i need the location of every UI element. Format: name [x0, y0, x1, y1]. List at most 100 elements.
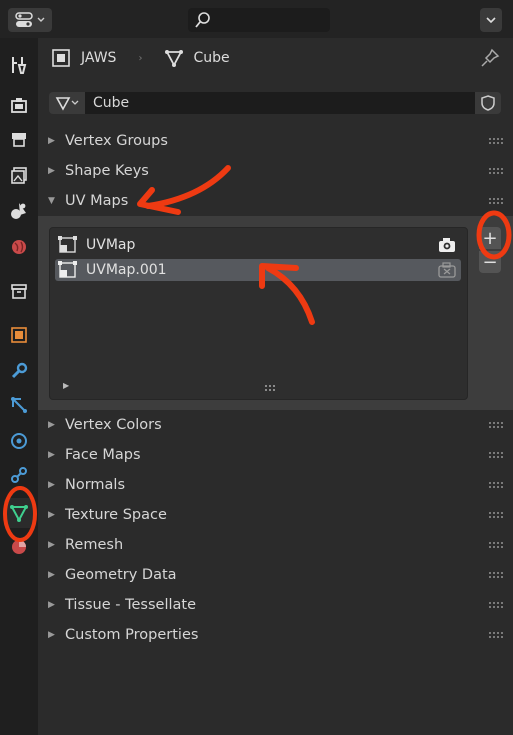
object-icon — [52, 49, 70, 67]
list-item-uvmap-001[interactable]: UVMap.001 — [55, 259, 461, 281]
properties-main: JAWS › Cube Cube ▶ Vertex Groups ▶ Shape… — [38, 38, 513, 735]
tab-object[interactable] — [4, 320, 34, 350]
collapsed-arrow-icon: ▶ — [48, 450, 55, 460]
drag-handle-icon[interactable] — [489, 482, 503, 488]
panel-label: Vertex Groups — [65, 133, 168, 149]
drag-handle-icon[interactable] — [489, 542, 503, 548]
mesh-data-icon — [55, 97, 71, 111]
mesh-data-icon — [165, 50, 184, 67]
panel-vertex-colors[interactable]: ▶ Vertex Colors — [38, 410, 513, 440]
panel-label: UV Maps — [65, 193, 129, 209]
panel-texture-space[interactable]: ▶ Texture Space — [38, 500, 513, 530]
panel-label: Texture Space — [65, 507, 167, 523]
pin-icon[interactable] — [480, 48, 500, 68]
camera-inactive-icon[interactable] — [437, 261, 457, 279]
drag-handle-icon[interactable] — [489, 572, 503, 578]
panel-label: Geometry Data — [65, 567, 177, 583]
mesh-name-value: Cube — [93, 95, 130, 111]
collapsed-arrow-icon: ▶ — [48, 480, 55, 490]
collapsed-arrow-icon: ▶ — [48, 166, 55, 176]
header-bar — [0, 0, 513, 38]
panel-label: Custom Properties — [65, 627, 199, 643]
panel-normals[interactable]: ▶ Normals — [38, 470, 513, 500]
tab-mesh-data[interactable] — [4, 498, 34, 528]
material-icon — [12, 540, 26, 554]
panel-shape-keys[interactable]: ▶ Shape Keys — [38, 156, 513, 186]
drag-handle-icon[interactable] — [489, 452, 503, 458]
drag-handle-icon[interactable] — [489, 422, 503, 428]
collapsed-arrow-icon: ▶ — [48, 570, 55, 580]
tab-tool[interactable] — [4, 50, 34, 80]
physics-icon — [11, 433, 27, 449]
add-uv-map-button[interactable]: + — [479, 227, 501, 249]
browse-mesh-button[interactable] — [49, 92, 85, 114]
wrench-icon — [11, 362, 28, 379]
collapsed-arrow-icon: ▶ — [48, 136, 55, 146]
panel-face-maps[interactable]: ▶ Face Maps — [38, 440, 513, 470]
breadcrumb-object: JAWS — [81, 50, 117, 66]
tab-particles[interactable] — [4, 390, 34, 420]
camera-icon[interactable] — [437, 236, 457, 254]
tab-material[interactable] — [4, 532, 34, 562]
uv-map-list[interactable]: UVMap UVMap.001 ▶ — [49, 227, 468, 400]
tool-icon — [12, 57, 27, 74]
collapsed-arrow-icon: ▶ — [48, 600, 55, 610]
mesh-name-field[interactable]: Cube — [85, 92, 475, 114]
panel-label: Face Maps — [65, 447, 141, 463]
render-icon — [11, 98, 27, 113]
mesh-data-icon — [10, 505, 28, 523]
drag-handle-icon[interactable] — [489, 602, 503, 608]
uv-map-name: UVMap.001 — [86, 262, 167, 278]
particles-icon — [11, 397, 27, 413]
properties-editor-icon — [15, 12, 33, 27]
uv-map-icon — [58, 236, 77, 253]
tab-view-layer[interactable] — [4, 160, 34, 190]
tab-output[interactable] — [4, 124, 34, 154]
filter-options-arrow-icon[interactable]: ▶ — [63, 381, 69, 390]
tab-world[interactable] — [4, 232, 34, 262]
breadcrumb-mesh: Cube — [193, 50, 230, 66]
collection-icon — [11, 284, 27, 299]
editor-type-button[interactable] — [8, 8, 52, 32]
options-dropdown-button[interactable] — [480, 8, 502, 32]
fake-user-button[interactable] — [475, 92, 501, 114]
drag-handle-icon[interactable] — [489, 198, 503, 204]
panel-tissue-tessellate[interactable]: ▶ Tissue - Tessellate — [38, 590, 513, 620]
uv-maps-panel-body: UVMap UVMap.001 ▶ + − — [38, 216, 513, 410]
panel-geometry-data[interactable]: ▶ Geometry Data — [38, 560, 513, 590]
shield-icon — [481, 95, 495, 111]
tab-render[interactable] — [4, 90, 34, 120]
collapsed-arrow-icon: ▶ — [48, 420, 55, 430]
remove-uv-map-button[interactable]: − — [479, 251, 501, 273]
collapsed-arrow-icon: ▶ — [48, 540, 55, 550]
drag-handle-icon[interactable] — [489, 632, 503, 638]
tab-physics[interactable] — [4, 426, 34, 456]
tab-constraints[interactable] — [4, 460, 34, 490]
drag-handle-icon[interactable] — [489, 168, 503, 174]
drag-handle-icon[interactable] — [489, 138, 503, 144]
panel-remesh[interactable]: ▶ Remesh — [38, 530, 513, 560]
search-field[interactable] — [188, 8, 330, 32]
panel-label: Shape Keys — [65, 163, 149, 179]
uv-map-name: UVMap — [86, 237, 136, 253]
chevron-down-icon — [486, 17, 496, 24]
breadcrumb-separator-icon: › — [138, 52, 143, 64]
list-resize-handle-icon[interactable] — [265, 385, 277, 391]
collapsed-arrow-icon: ▶ — [48, 510, 55, 520]
properties-tab-bar — [0, 38, 38, 735]
drag-handle-icon[interactable] — [489, 512, 503, 518]
panel-vertex-groups[interactable]: ▶ Vertex Groups — [38, 126, 513, 156]
panel-label: Remesh — [65, 537, 124, 553]
constraints-icon — [11, 467, 27, 483]
object-icon — [11, 327, 27, 343]
search-icon — [195, 12, 210, 28]
list-item-uvmap[interactable]: UVMap — [55, 234, 461, 256]
panel-uv-maps[interactable]: ▼ UV Maps — [38, 186, 513, 216]
panel-custom-properties[interactable]: ▶ Custom Properties — [38, 620, 513, 650]
view-layer-icon — [11, 167, 27, 184]
expanded-arrow-icon: ▼ — [48, 196, 55, 206]
chevron-down-icon — [71, 100, 79, 105]
tab-modifiers[interactable] — [4, 356, 34, 386]
tab-scene[interactable] — [4, 196, 34, 226]
tab-collection[interactable] — [4, 276, 34, 306]
